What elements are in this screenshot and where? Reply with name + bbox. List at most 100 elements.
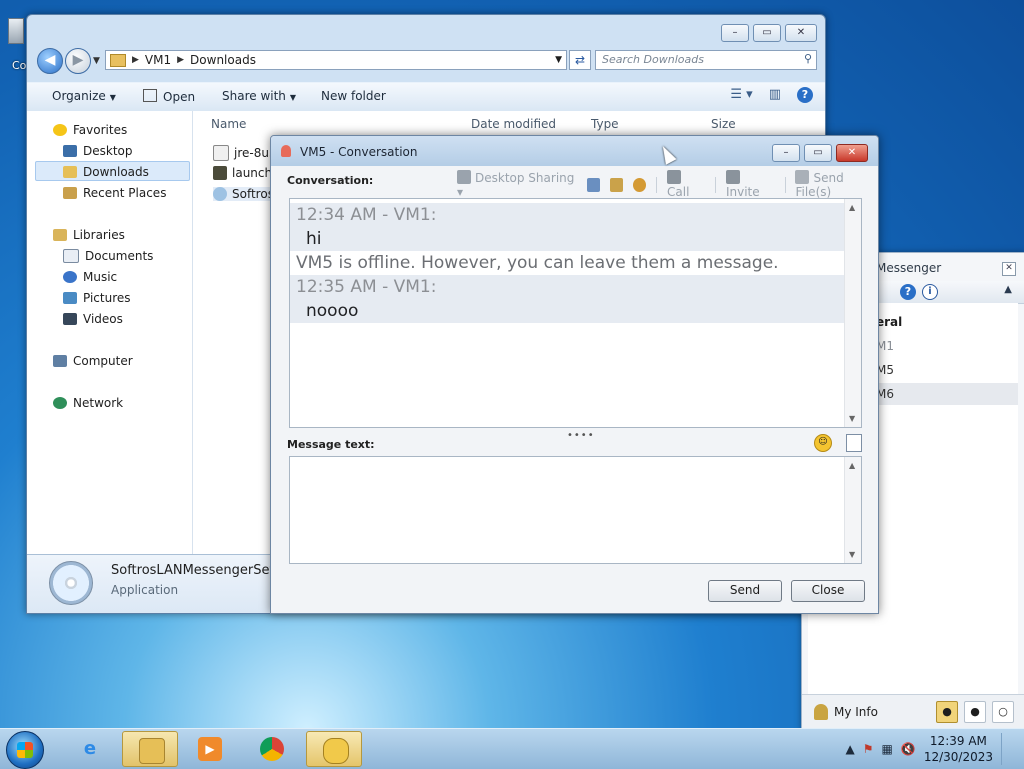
desktop-sharing-button[interactable]: Desktop Sharing ▾ (457, 170, 577, 199)
taskbar-explorer[interactable] (122, 731, 178, 767)
recent-pages-dropdown[interactable]: ▼ (93, 56, 100, 66)
show-desktop-button[interactable] (1001, 733, 1014, 765)
nav-pictures[interactable]: Pictures (63, 291, 131, 305)
network-icon[interactable]: ▦ (882, 742, 893, 756)
organize-button[interactable]: Organize ▼ (52, 89, 116, 103)
search-input[interactable]: Search Downloads ⚲ (595, 50, 817, 70)
scroll-up-arrow[interactable]: ▲ (849, 461, 855, 470)
chat-scrollbar[interactable]: ▲ ▼ (844, 199, 861, 427)
info-icon[interactable]: i (922, 284, 938, 300)
minimize-button[interactable]: – (772, 144, 800, 162)
my-info-button[interactable]: My Info (814, 704, 878, 720)
scroll-up-arrow[interactable]: ▲ (849, 203, 855, 212)
show-hidden-icons-icon[interactable]: ▲ (846, 742, 855, 756)
scroll-down-arrow[interactable]: ▼ (849, 414, 855, 423)
preview-pane-icon[interactable]: ▥ (769, 87, 781, 103)
action-center-icon[interactable]: ⚑ (863, 742, 874, 756)
breadcrumb-vm1[interactable]: VM1 (145, 53, 171, 67)
column-type[interactable]: Type (591, 117, 619, 131)
installer-icon (213, 145, 229, 161)
invite-button[interactable]: Invite (725, 170, 775, 199)
nav-videos[interactable]: Videos (63, 312, 123, 326)
windows-logo-icon (17, 742, 33, 758)
breadcrumb-downloads[interactable]: Downloads (190, 53, 256, 67)
history-icon[interactable] (586, 177, 600, 192)
taskbar-messenger[interactable] (306, 731, 362, 767)
splitter-grip[interactable]: •••• (567, 430, 595, 441)
scroll-down-arrow[interactable]: ▼ (849, 550, 855, 559)
refresh-button[interactable]: ⇄ (569, 50, 591, 70)
nav-network[interactable]: Network (53, 396, 123, 410)
new-folder-button[interactable]: New folder (321, 89, 386, 103)
nav-computer[interactable]: Computer (53, 354, 133, 368)
maximize-button[interactable]: ▭ (804, 144, 832, 162)
clock[interactable]: 12:39 AM 12/30/2023 (924, 733, 993, 765)
nav-libraries[interactable]: Libraries (53, 228, 125, 242)
contact-details-icon[interactable] (609, 177, 623, 192)
address-bar[interactable]: ▶ VM1 ▶ Downloads ▼ (105, 50, 567, 70)
nav-downloads[interactable]: Downloads (63, 165, 149, 179)
status-away-icon[interactable]: ● (964, 701, 986, 723)
taskbar: e ▶ ▲ ⚑ ▦ 🔇 12:39 AM 12/30/2023 (0, 728, 1024, 769)
nav-downloads-label: Downloads (83, 165, 149, 179)
close-button[interactable]: ✕ (785, 24, 817, 42)
group-header[interactable]: eral (876, 315, 902, 329)
column-name[interactable]: Name (211, 117, 246, 131)
address-dropdown-icon[interactable]: ▼ (555, 55, 562, 65)
conversation-label: Conversation: (287, 174, 374, 187)
details-file-name: SoftrosLANMessengerSetup (111, 563, 292, 578)
close-icon[interactable]: ✕ (1002, 262, 1016, 276)
nav-favorites[interactable]: Favorites (53, 123, 127, 137)
nav-desktop[interactable]: Desktop (63, 144, 133, 158)
minimize-button[interactable]: – (721, 24, 749, 42)
help-icon[interactable]: ? (797, 87, 813, 103)
toolbar-separator (715, 176, 716, 193)
send-button[interactable]: Send (708, 580, 782, 602)
message-header: 12:35 AM - VM1: (290, 275, 845, 299)
conversation-titlebar[interactable]: VM5 - Conversation – ▭ ✕ (271, 136, 878, 166)
messenger-title: Messenger (876, 261, 942, 275)
column-date-modified[interactable]: Date modified (471, 117, 556, 131)
change-view-icon[interactable]: ☰ ▾ (730, 87, 752, 103)
status-buttons: ● ● ○ (936, 701, 1014, 723)
system-tray: ▲ ⚑ ▦ 🔇 12:39 AM 12/30/2023 (846, 733, 1014, 765)
call-button[interactable]: Call (667, 170, 705, 199)
status-online-icon[interactable]: ● (936, 701, 958, 723)
close-button[interactable]: ✕ (836, 144, 868, 162)
nav-music[interactable]: Music (63, 270, 117, 284)
taskbar-chrome[interactable] (244, 731, 300, 767)
media-player-icon: ▶ (198, 737, 222, 761)
conversation-history[interactable]: 12:34 AM - VM1: hi VM5 is offline. Howev… (289, 198, 862, 428)
open-button[interactable]: Open (143, 89, 195, 104)
smiley-icon[interactable]: ☺ (814, 434, 832, 452)
share-with-button[interactable]: Share with ▼ (222, 89, 296, 103)
chevron-up-icon[interactable]: ▲ (1004, 284, 1012, 295)
desktop-icon[interactable]: Co (8, 18, 28, 72)
nav-recent-places[interactable]: Recent Places (63, 186, 166, 200)
conversation-icon (281, 145, 291, 157)
text-format-icon[interactable] (846, 434, 862, 452)
back-button[interactable]: ◀ (37, 48, 63, 74)
close-button[interactable]: Close (791, 580, 865, 602)
help-icon[interactable]: ? (900, 284, 916, 300)
nav-documents[interactable]: Documents (63, 249, 153, 263)
taskbar-media-player[interactable]: ▶ (182, 731, 238, 767)
settings-icon[interactable] (632, 177, 647, 192)
send-files-button[interactable]: Send File(s) (795, 170, 878, 199)
search-icon[interactable]: ⚲ (804, 52, 812, 65)
navigation-bar: ◀ ▶ ▼ ▶ VM1 ▶ Downloads ▼ ⇄ Search Downl… (35, 48, 817, 76)
forward-button[interactable]: ▶ (65, 48, 91, 74)
camera-icon (667, 170, 682, 184)
column-size[interactable]: Size (711, 117, 736, 131)
taskbar-internet-explorer[interactable]: e (62, 731, 118, 767)
folder-icon (139, 738, 165, 764)
message-scrollbar[interactable]: ▲ ▼ (844, 457, 861, 563)
maximize-button[interactable]: ▭ (753, 24, 781, 42)
volume-muted-icon[interactable]: 🔇 (901, 742, 916, 756)
videos-icon (63, 313, 77, 325)
status-offline-icon[interactable]: ○ (992, 701, 1014, 723)
message-input[interactable]: ▲ ▼ (289, 456, 862, 564)
chevron-right-icon: ▶ (177, 55, 185, 65)
start-button[interactable] (6, 731, 44, 769)
star-icon (53, 124, 67, 136)
